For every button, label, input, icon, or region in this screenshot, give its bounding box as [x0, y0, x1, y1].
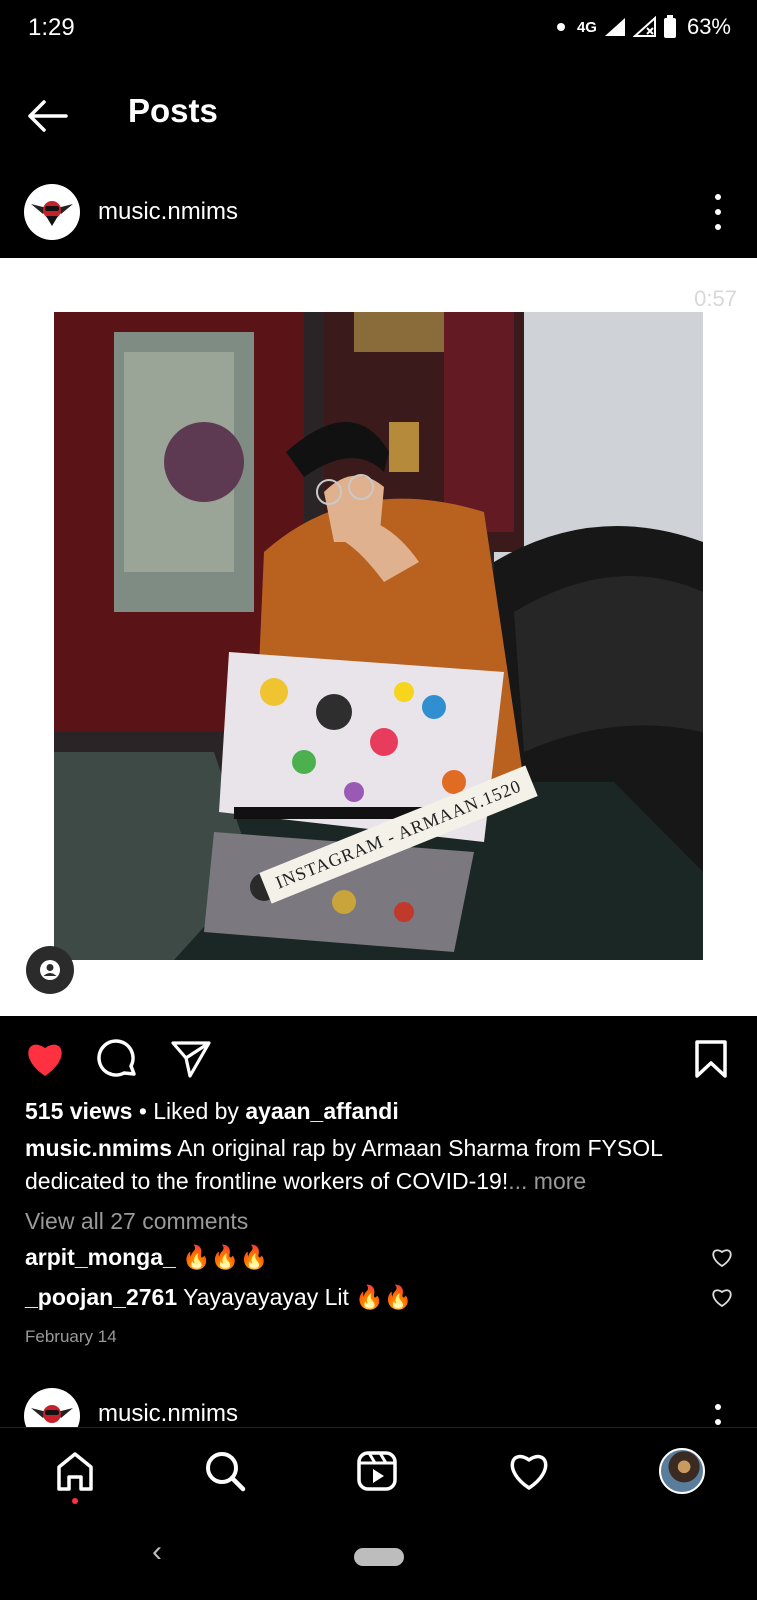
- account-avatar[interactable]: [24, 184, 80, 240]
- person-icon: [40, 960, 60, 980]
- comment-icon: [97, 1039, 136, 1077]
- nav-reels-button[interactable]: [350, 1444, 404, 1498]
- comment-username[interactable]: _poojan_2761: [25, 1284, 177, 1310]
- post-username[interactable]: music.nmims: [98, 198, 238, 226]
- music-nmims-logo-icon: [31, 1405, 73, 1423]
- like-button[interactable]: [22, 1036, 68, 1082]
- save-button[interactable]: [688, 1036, 734, 1082]
- profile-avatar: [659, 1448, 705, 1494]
- nav-activity-button[interactable]: [502, 1444, 556, 1498]
- signal-no-sim-icon: [632, 16, 656, 37]
- page-title: Posts: [128, 92, 218, 129]
- post-username[interactable]: music.nmims: [98, 1400, 238, 1428]
- post-header: music.nmims: [0, 180, 757, 244]
- nav-home-button[interactable]: [48, 1444, 102, 1498]
- status-icons: 4G 63%: [556, 14, 731, 40]
- heart-outline-icon: [712, 1288, 732, 1307]
- battery-percent: 63%: [686, 14, 731, 39]
- more-options-button[interactable]: [711, 1404, 725, 1428]
- comment-like-button[interactable]: [709, 1285, 735, 1311]
- nav-profile-button[interactable]: [655, 1444, 709, 1498]
- music-nmims-logo-icon: [31, 201, 73, 226]
- system-home-pill[interactable]: [354, 1548, 404, 1566]
- heart-outline-icon: [712, 1248, 732, 1267]
- send-paper-plane-icon: [171, 1041, 211, 1078]
- post-date: February 14: [25, 1327, 117, 1346]
- share-button[interactable]: [168, 1036, 214, 1082]
- bookmark-icon: [695, 1040, 727, 1078]
- signal-icon: [604, 18, 625, 36]
- account-avatar[interactable]: [24, 1388, 80, 1428]
- heart-filled-icon: [28, 1044, 62, 1076]
- status-bar: 1:29 4G 63%: [0, 0, 757, 56]
- post-photo: [54, 312, 703, 960]
- home-icon: [57, 1452, 93, 1491]
- bottom-navigation: [0, 1427, 757, 1513]
- comment-like-button[interactable]: [709, 1245, 735, 1271]
- post-actions: [0, 1030, 757, 1088]
- comment-username[interactable]: arpit_monga_: [25, 1244, 176, 1270]
- post-caption: music.nmims An original rap by Armaan Sh…: [25, 1132, 725, 1198]
- views-count[interactable]: 515 views: [25, 1098, 132, 1124]
- post-media[interactable]: 0:57 INSTAGRAM - ARMAAN.1520: [0, 258, 757, 1016]
- battery-icon: [663, 15, 676, 38]
- comment-row: arpit_monga_ 🔥🔥🔥: [25, 1244, 735, 1271]
- comment-row: _poojan_2761 Yayayayayay Lit 🔥🔥: [25, 1284, 735, 1311]
- caption-more-link[interactable]: ... more: [508, 1168, 586, 1194]
- notification-dot-icon: [556, 23, 565, 31]
- comment-text: Yayayayayay Lit 🔥🔥: [183, 1284, 413, 1310]
- views-and-likes: 515 views • Liked by ayaan_affandi: [25, 1098, 399, 1124]
- nav-search-button[interactable]: [198, 1444, 252, 1498]
- reels-icon: [357, 1451, 397, 1491]
- home-activity-dot: [72, 1498, 78, 1504]
- view-all-comments-link[interactable]: View all 27 comments: [25, 1208, 248, 1235]
- status-time: 1:29: [28, 14, 75, 41]
- tagged-people-button[interactable]: [26, 946, 74, 994]
- search-icon: [206, 1452, 246, 1492]
- system-back-button[interactable]: ‹: [152, 1535, 162, 1569]
- liked-by-user[interactable]: ayaan_affandi: [245, 1098, 398, 1124]
- network-type: 4G: [576, 18, 597, 36]
- system-navigation-bar: ‹: [0, 1513, 757, 1600]
- back-button[interactable]: [24, 94, 74, 138]
- comment-text: 🔥🔥🔥: [182, 1244, 269, 1270]
- video-frame-image: [54, 312, 703, 960]
- arrow-left-icon: [28, 100, 68, 132]
- caption-username[interactable]: music.nmims: [25, 1135, 172, 1161]
- liked-by-prefix: Liked by: [153, 1098, 246, 1124]
- comment-button[interactable]: [94, 1036, 140, 1082]
- more-options-button[interactable]: [711, 194, 725, 230]
- video-timer: 0:57: [688, 284, 743, 314]
- activity-heart-icon: [510, 1454, 548, 1490]
- app-header: Posts: [0, 76, 757, 156]
- next-post-header: music.nmims: [0, 1388, 757, 1428]
